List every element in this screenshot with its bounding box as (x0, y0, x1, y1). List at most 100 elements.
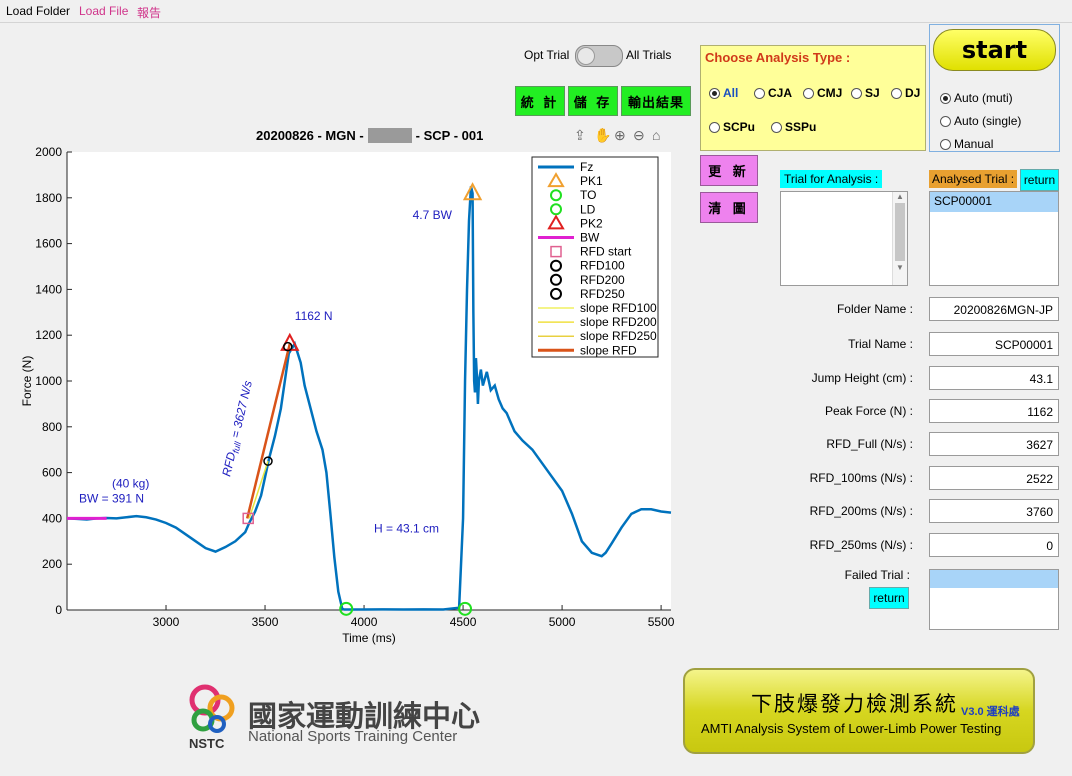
x-tick-label: 5000 (549, 615, 576, 629)
legend-item: PK1 (580, 174, 603, 188)
field-value[interactable]: 3760 (929, 499, 1059, 523)
y-tick-label: 1000 (35, 374, 62, 388)
bw-label: BW = 391 N (79, 491, 144, 505)
field-value[interactable]: 0 (929, 533, 1059, 557)
analysis-type-radio-cja[interactable]: CJA (754, 86, 792, 100)
radio-label: SJ (865, 86, 880, 100)
chart-legend: FzPK1TOLDPK2BWRFD startRFD100RFD200RFD25… (531, 156, 659, 358)
radio-circle[interactable] (803, 87, 814, 99)
field-value[interactable]: 2522 (929, 466, 1059, 490)
radio-label: SCPu (723, 120, 756, 134)
menu-bar: Load Folder Load File 報告 (0, 0, 1072, 23)
trial-for-analysis-list[interactable]: ▲ ▼ (780, 191, 908, 286)
radio-label: SSPu (785, 120, 817, 134)
x-tick-label: 4500 (450, 615, 477, 629)
scroll-thumb[interactable] (895, 203, 905, 261)
start-panel: start Auto (muti) Auto (single) Manual (929, 24, 1060, 152)
analysis-type-radio-scpu[interactable]: SCPu (709, 120, 755, 134)
clear-plot-button[interactable]: 清 圖 (700, 192, 758, 223)
field-value[interactable]: 1162 (929, 399, 1059, 423)
radio-circle[interactable] (709, 87, 720, 99)
analysed-trial-list[interactable]: SCP00001 (929, 191, 1059, 286)
mode-radio-2[interactable]: Manual (940, 137, 993, 151)
radio-circle[interactable] (709, 121, 720, 133)
field-label: RFD_100ms (N/s) : (809, 471, 913, 485)
analysis-type-radio-dj[interactable]: DJ (891, 86, 920, 100)
radio-circle[interactable] (771, 121, 782, 133)
y-tick-label: 1400 (35, 282, 62, 296)
y-tick-label: 1600 (35, 237, 62, 251)
legend-item: RFD250 (580, 287, 625, 301)
analysis-type-radio-sj[interactable]: SJ (851, 86, 880, 100)
analysis-type-radio-cmj[interactable]: CMJ (803, 86, 842, 100)
radio-circle[interactable] (940, 115, 951, 127)
analysed-return-button[interactable]: return (1020, 169, 1059, 191)
failed-trial-label: Failed Trial : (844, 568, 910, 582)
logo-abbr: NSTC (189, 736, 225, 751)
field-label: Trial Name : (848, 337, 913, 351)
mode-radio-1[interactable]: Auto (single) (940, 114, 1021, 128)
failed-trial-list[interactable] (929, 569, 1059, 630)
analysis-type-radio-all[interactable]: All (709, 86, 738, 100)
mode-radio-0[interactable]: Auto (muti) (940, 91, 1013, 105)
trial-for-analysis-label: Trial for Analysis : (780, 170, 883, 188)
radio-label: Auto (muti) (954, 91, 1013, 105)
field-value[interactable]: 43.1 (929, 366, 1059, 390)
legend-item: RFD start (580, 245, 632, 259)
system-banner: 下肢爆發力檢測系統 V3.0 運科處 AMTI Analysis System … (683, 668, 1035, 754)
x-tick-label: 5500 (648, 615, 675, 629)
start-button[interactable]: start (933, 29, 1056, 71)
bw-kg-label: (40 kg) (112, 476, 149, 490)
nstc-logo: NSTC (185, 680, 245, 751)
y-tick-label: 1200 (35, 328, 62, 342)
x-tick-label: 3000 (153, 615, 180, 629)
update-button[interactable]: 更 新 (700, 155, 758, 186)
field-label: Jump Height (cm) : (811, 371, 913, 385)
export-button[interactable]: 輸出結果 (621, 86, 691, 116)
field-label: RFD_250ms (N/s) : (809, 538, 913, 552)
y-axis-label: Force (N) (20, 356, 34, 407)
x-tick-label: 3500 (252, 615, 279, 629)
scroll-down-icon[interactable]: ▼ (893, 263, 907, 272)
menu-report[interactable]: 報告 (137, 4, 161, 21)
analysis-type-title: Choose Analysis Type : (705, 50, 851, 65)
scrollbar[interactable]: ▲ ▼ (892, 192, 907, 285)
menu-load-file[interactable]: Load File (79, 4, 128, 18)
banner-chinese-title: 下肢爆發力檢測系統 (751, 692, 958, 716)
radio-circle[interactable] (754, 87, 765, 99)
pk1-label: 4.7 BW (413, 208, 453, 222)
radio-label: CMJ (817, 86, 843, 100)
stats-button[interactable]: 統 計 (515, 86, 565, 116)
y-tick-label: 0 (55, 603, 62, 617)
field-value[interactable]: 20200826MGN-JP (929, 297, 1059, 321)
field-value[interactable]: 3627 (929, 432, 1059, 456)
height-label: H = 43.1 cm (374, 521, 439, 535)
save-button[interactable]: 儲 存 (568, 86, 618, 116)
radio-label: CJA (768, 86, 793, 100)
field-label: RFD_200ms (N/s) : (809, 504, 913, 518)
radio-circle[interactable] (940, 138, 951, 150)
trial-toggle-switch[interactable] (575, 45, 623, 67)
radio-label: All (723, 86, 739, 100)
scroll-up-icon[interactable]: ▲ (893, 192, 907, 201)
list-item[interactable] (930, 570, 1058, 588)
y-tick-label: 600 (42, 466, 62, 480)
failed-return-button[interactable]: return (869, 587, 909, 609)
legend-item: slope RFD200 (580, 315, 657, 329)
legend-item: RFD200 (580, 273, 625, 287)
menu-load-folder[interactable]: Load Folder (6, 4, 70, 18)
opt-trial-label: Opt Trial (524, 48, 570, 62)
radio-circle[interactable] (851, 87, 862, 99)
radio-circle[interactable] (940, 92, 951, 104)
x-axis-label: Time (ms) (342, 631, 396, 645)
pk2-label: 1162 N (295, 309, 333, 323)
radio-label: Manual (954, 137, 994, 151)
field-value[interactable]: SCP00001 (929, 332, 1059, 356)
legend-item: RFD100 (580, 259, 625, 273)
list-item[interactable]: SCP00001 (930, 192, 1058, 212)
legend-item: slope RFD250 (580, 329, 657, 343)
radio-circle[interactable] (891, 87, 902, 99)
y-tick-label: 1800 (35, 191, 62, 205)
analysis-type-radio-sspu[interactable]: SSPu (771, 120, 816, 134)
y-tick-label: 2000 (35, 145, 62, 159)
